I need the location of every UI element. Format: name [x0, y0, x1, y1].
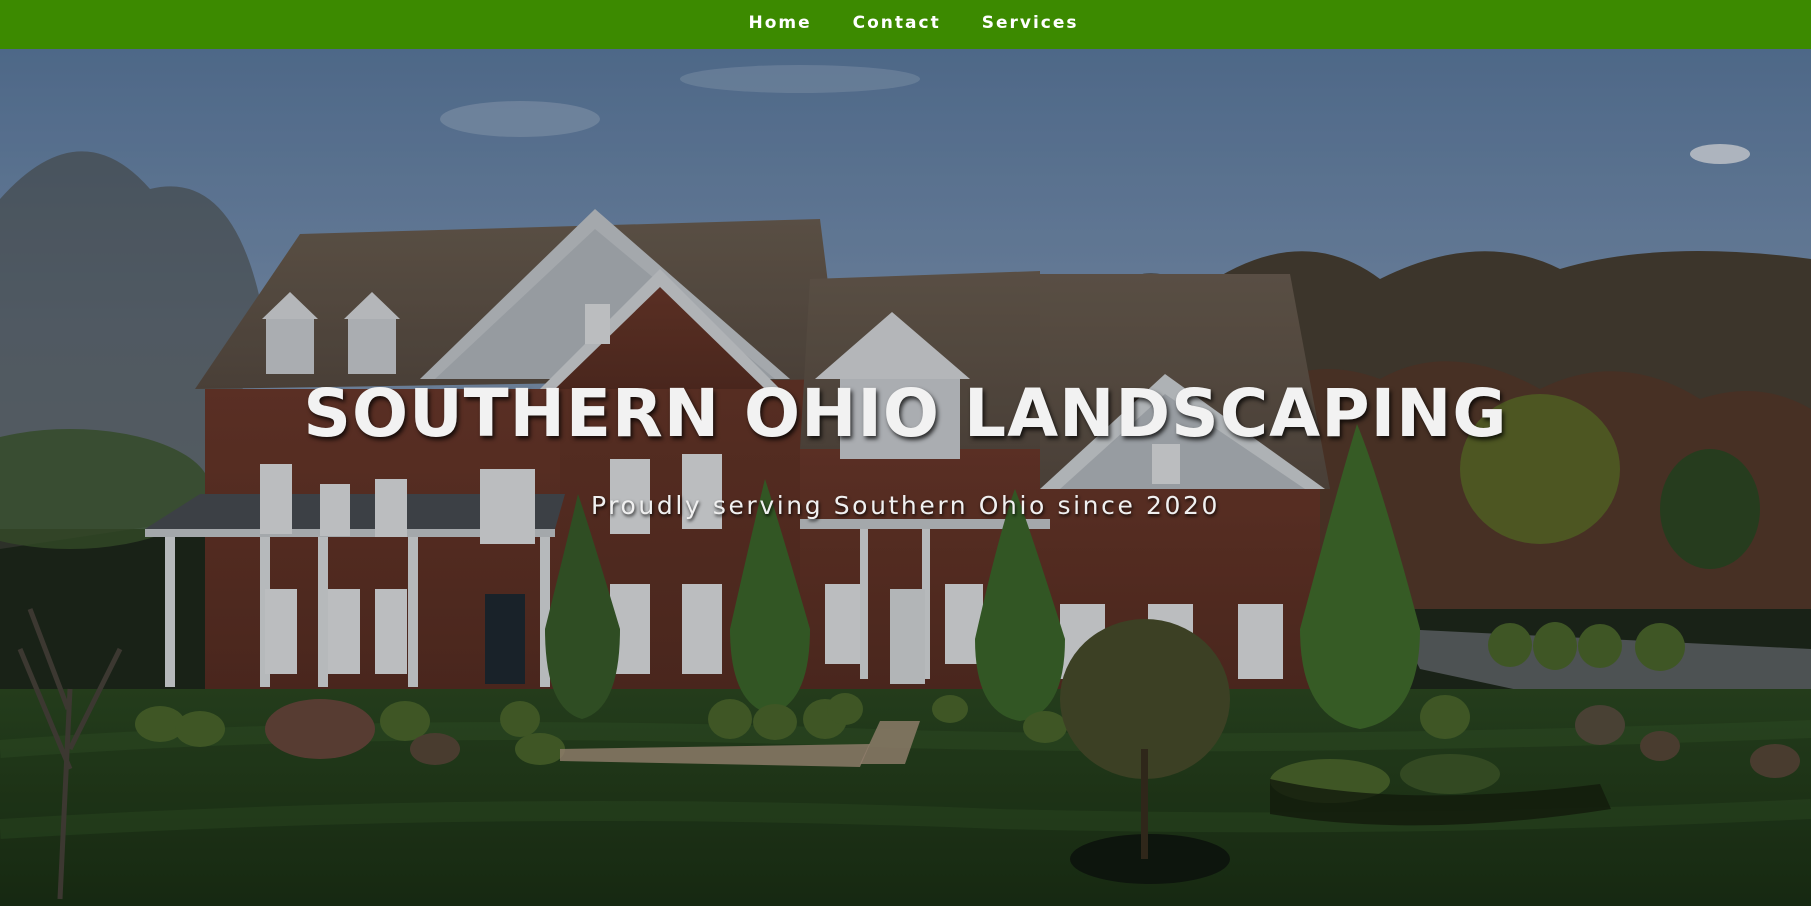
nav-link-contact[interactable]: Contact [853, 13, 941, 33]
nav-link-home[interactable]: Home [748, 13, 811, 33]
hero-dark-overlay [0, 49, 1811, 906]
page: Home Contact Services SOUTHERN OHIO LAND… [0, 0, 1811, 906]
top-navbar: Home Contact Services [0, 0, 1811, 49]
nav-links: Home Contact Services [748, 13, 1078, 33]
hero-subtitle: Proudly serving Southern Ohio since 2020 [590, 491, 1221, 520]
hero-section: SOUTHERN OHIO LANDSCAPING Proudly servin… [0, 49, 1811, 906]
nav-link-services[interactable]: Services [982, 13, 1079, 33]
hero-title: SOUTHERN OHIO LANDSCAPING [303, 375, 1508, 452]
